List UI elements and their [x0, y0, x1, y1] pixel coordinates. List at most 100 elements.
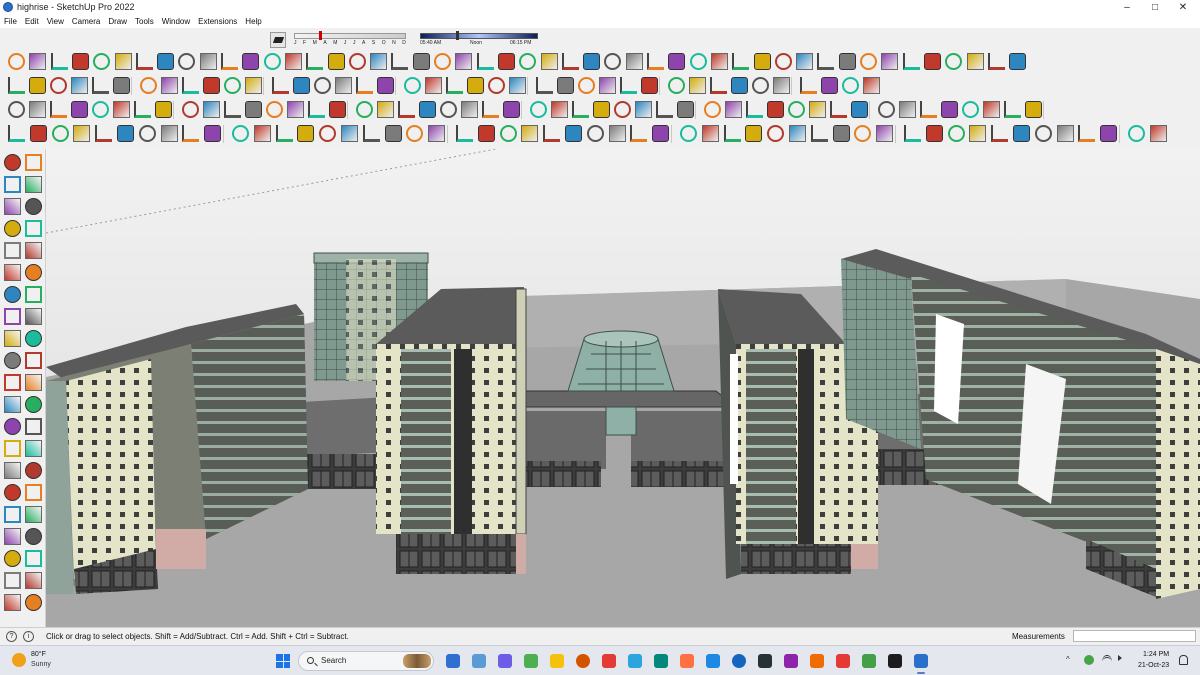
- toolbar-tool-icon[interactable]: [8, 101, 25, 118]
- toolbar-tool-icon[interactable]: [391, 53, 409, 70]
- toolbar-tool-icon[interactable]: [704, 101, 721, 118]
- toolbar-tool-icon[interactable]: [561, 53, 579, 70]
- tool-icon[interactable]: [4, 440, 21, 457]
- toolbar-tool-icon[interactable]: [477, 125, 495, 142]
- toolbar-tool-icon[interactable]: [1149, 125, 1167, 142]
- toolbar-tool-icon[interactable]: [1056, 125, 1074, 142]
- tool-icon[interactable]: [25, 440, 42, 457]
- toolbar-tool-icon[interactable]: [731, 77, 748, 94]
- toolbar-tool-icon[interactable]: [95, 125, 113, 142]
- toolbar-tool-icon[interactable]: [266, 101, 283, 118]
- toolbar-tool-icon[interactable]: [689, 77, 706, 94]
- toolbar-tool-icon[interactable]: [306, 53, 324, 70]
- taskbar-app-icon[interactable]: [758, 654, 772, 668]
- toolbar-tool-icon[interactable]: [455, 53, 473, 70]
- model-scene[interactable]: [46, 149, 1200, 627]
- tool-icon[interactable]: [25, 242, 42, 259]
- toolbar-tool-icon[interactable]: [746, 101, 763, 118]
- toolbar-tool-icon[interactable]: [1004, 101, 1021, 118]
- toolbar-tool-icon[interactable]: [923, 53, 941, 70]
- tool-icon[interactable]: [25, 374, 42, 391]
- taskbar-search[interactable]: Search: [298, 651, 434, 671]
- tool-icon[interactable]: [4, 572, 21, 589]
- toolbar-tool-icon[interactable]: [830, 101, 847, 118]
- tool-icon[interactable]: [25, 264, 42, 281]
- toolbar-tool-icon[interactable]: [314, 77, 331, 94]
- toolbar-tool-icon[interactable]: [969, 125, 987, 142]
- toolbar-tool-icon[interactable]: [428, 125, 446, 142]
- toolbar-tool-icon[interactable]: [362, 125, 380, 142]
- toolbar-tool-icon[interactable]: [356, 77, 373, 94]
- geo-location-icon[interactable]: ?: [6, 631, 17, 642]
- toolbar-tool-icon[interactable]: [572, 101, 589, 118]
- toolbar-tool-icon[interactable]: [92, 101, 109, 118]
- toolbar-tool-icon[interactable]: [29, 101, 46, 118]
- tool-icon[interactable]: [4, 352, 21, 369]
- toolbar-tool-icon[interactable]: [204, 125, 222, 142]
- time-slider-handle[interactable]: [456, 31, 459, 40]
- shadow-toggle-icon[interactable]: [270, 32, 286, 48]
- toolbar-tool-icon[interactable]: [551, 101, 568, 118]
- toolbar-tool-icon[interactable]: [117, 125, 134, 142]
- toolbar-tool-icon[interactable]: [232, 125, 249, 142]
- toolbar-tool-icon[interactable]: [182, 77, 199, 94]
- toolbar-tool-icon[interactable]: [540, 53, 558, 70]
- toolbar-tool-icon[interactable]: [536, 77, 553, 94]
- toolbar-tool-icon[interactable]: [425, 77, 442, 94]
- tool-icon[interactable]: [4, 330, 21, 347]
- taskbar-app-icon[interactable]: [472, 654, 486, 668]
- toolbar-tool-icon[interactable]: [272, 77, 289, 94]
- tool-icon[interactable]: [4, 176, 21, 193]
- toolbar-tool-icon[interactable]: [925, 125, 943, 142]
- month-slider-handle[interactable]: [319, 31, 322, 40]
- menu-camera[interactable]: Camera: [68, 17, 104, 26]
- toolbar-tool-icon[interactable]: [774, 53, 792, 70]
- toolbar-tool-icon[interactable]: [945, 53, 963, 70]
- toolbar-tool-icon[interactable]: [565, 125, 582, 142]
- menu-view[interactable]: View: [43, 17, 68, 26]
- toolbar-tool-icon[interactable]: [224, 77, 241, 94]
- menu-draw[interactable]: Draw: [104, 17, 131, 26]
- toolbar-tool-icon[interactable]: [881, 53, 899, 70]
- measurements-input[interactable]: [1073, 630, 1196, 642]
- toolbar-tool-icon[interactable]: [160, 125, 178, 142]
- toolbar-tool-icon[interactable]: [182, 101, 199, 118]
- clock-date[interactable]: 21-Oct-23: [1138, 662, 1169, 669]
- toolbar-tool-icon[interactable]: [140, 77, 157, 94]
- menu-extensions[interactable]: Extensions: [194, 17, 241, 26]
- toolbar-tool-icon[interactable]: [446, 77, 463, 94]
- tool-icon[interactable]: [25, 484, 42, 501]
- toolbar-tool-icon[interactable]: [488, 77, 505, 94]
- taskbar-app-icon[interactable]: [888, 654, 902, 668]
- toolbar-tool-icon[interactable]: [635, 101, 652, 118]
- menu-window[interactable]: Window: [158, 17, 194, 26]
- toolbar-tool-icon[interactable]: [134, 101, 151, 118]
- toolbar-tool-icon[interactable]: [50, 53, 68, 70]
- tool-icon[interactable]: [4, 242, 21, 259]
- toolbar-tool-icon[interactable]: [710, 53, 728, 70]
- building-b[interactable]: [376, 287, 527, 574]
- tool-icon[interactable]: [4, 506, 21, 523]
- toolbar-tool-icon[interactable]: [93, 53, 111, 70]
- toolbar-tool-icon[interactable]: [1013, 125, 1030, 142]
- toolbar-tool-icon[interactable]: [253, 125, 271, 142]
- toolbar-tool-icon[interactable]: [51, 125, 69, 142]
- toolbar-tool-icon[interactable]: [287, 101, 304, 118]
- toolbar-tool-icon[interactable]: [832, 125, 850, 142]
- toolbar-tool-icon[interactable]: [1078, 125, 1096, 142]
- toolbar-tool-icon[interactable]: [878, 101, 895, 118]
- toolbar-tool-icon[interactable]: [348, 53, 366, 70]
- toolbar-tool-icon[interactable]: [476, 53, 494, 70]
- toolbar-tool-icon[interactable]: [680, 125, 697, 142]
- toolbar-tool-icon[interactable]: [71, 53, 89, 70]
- taskbar-app-icon[interactable]: [680, 654, 694, 668]
- toolbar-tool-icon[interactable]: [29, 53, 47, 70]
- taskbar-app-icon[interactable]: [732, 654, 746, 668]
- taskbar-app-icon[interactable]: [446, 654, 460, 668]
- toolbar-tool-icon[interactable]: [335, 77, 352, 94]
- toolbar-tool-icon[interactable]: [242, 53, 260, 70]
- info-icon[interactable]: i: [23, 631, 34, 642]
- toolbar-tool-icon[interactable]: [860, 53, 877, 70]
- toolbar-tool-icon[interactable]: [668, 77, 685, 94]
- toolbar-tool-icon[interactable]: [178, 53, 196, 70]
